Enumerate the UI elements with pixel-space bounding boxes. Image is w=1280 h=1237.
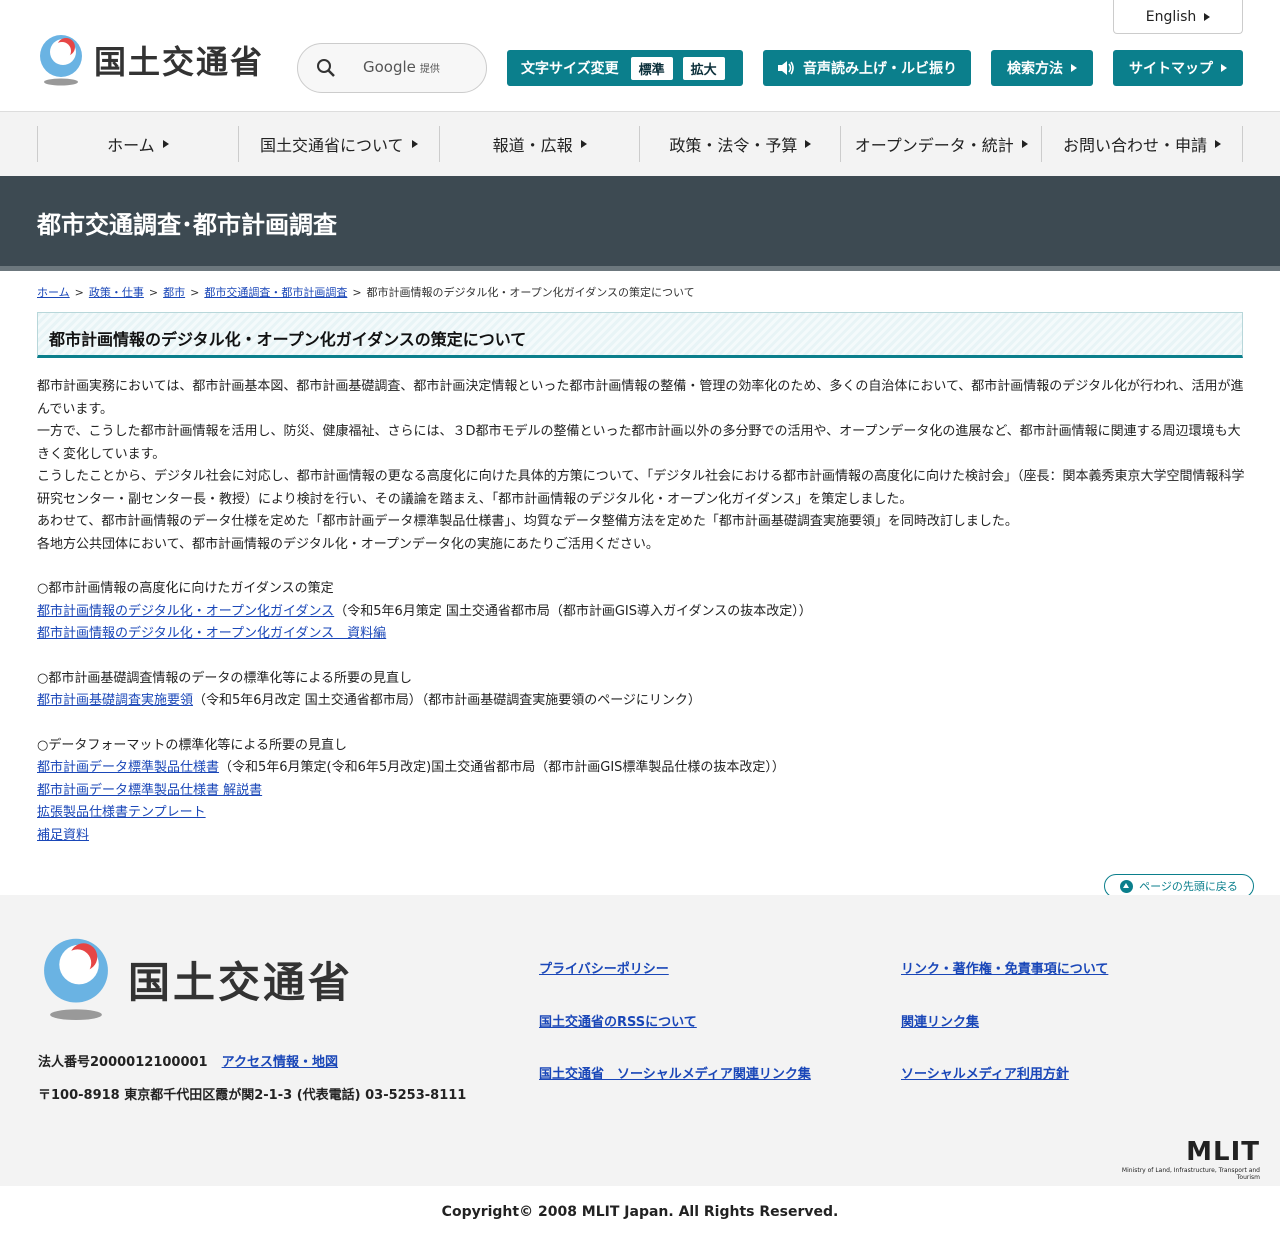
breadcrumb-separator: > <box>148 286 159 299</box>
google-label: Google <box>363 58 416 76</box>
basic-survey-link[interactable]: 都市計画基礎調査実施要領 <box>37 693 193 708</box>
supplement-link[interactable]: 補足資料 <box>37 828 89 843</box>
font-size-label: 文字サイズ変更 <box>521 61 619 77</box>
font-large-button[interactable]: 拡大 <box>682 56 725 80</box>
global-nav: ホーム 国土交通省について 報道・広報 政策・法令・予算 オープンデータ・統計 … <box>0 112 1280 176</box>
intro-paragraph: あわせて、都市計画情報のデータ仕様を定めた「都市計画データ標準製品仕様書」、均質… <box>37 514 1018 529</box>
rss-link[interactable]: 国土交通省のRSSについて <box>539 1011 697 1030</box>
breadcrumb-separator: > <box>190 286 200 299</box>
breadcrumb-city[interactable]: 都市 <box>163 286 185 299</box>
arrow-right-icon <box>1071 64 1077 72</box>
search-howto-button[interactable]: 検索方法 <box>991 50 1093 86</box>
arrow-right-icon <box>162 140 169 148</box>
intro-paragraph: 各地方公共団体において、都市計画情報のデジタル化・オープンデータ化の実施にあたり… <box>37 536 659 552</box>
howto-label: 検索方法 <box>1007 61 1063 77</box>
font-standard-button[interactable]: 標準 <box>630 56 673 80</box>
breadcrumb-home[interactable]: ホーム <box>37 286 70 299</box>
site-header: 国土交通省 Google 提供 文字サイズ変更 標準 拡大 音声読み上げ・ルビ振り… <box>0 0 1280 112</box>
provided-label: 提供 <box>419 64 440 75</box>
site-logo[interactable]: 国土交通省 <box>36 34 264 86</box>
arrow-right-icon <box>411 140 418 148</box>
arrow-right-icon <box>580 140 587 148</box>
breadcrumb-policy[interactable]: 政策・仕事 <box>89 286 144 299</box>
arrow-up-icon <box>1120 879 1134 893</box>
arrow-right-icon <box>805 140 812 148</box>
section-heading: ○データフォーマットの標準化等による所要の見直し <box>37 737 347 753</box>
extension-template-link[interactable]: 拡張製品仕様書テンプレート <box>37 805 206 820</box>
english-link[interactable]: English <box>1113 0 1243 34</box>
mlit-logo-text: MLIT <box>1186 1137 1260 1167</box>
corp-number-text: 法人番号2000012100001 <box>38 1055 208 1070</box>
mlit-emblem-icon <box>40 35 82 86</box>
main-content: 都市計画実務においては、都市計画基本図、都市計画基礎調査、都市計画決定情報といっ… <box>37 376 1247 847</box>
sitemap-label: サイトマップ <box>1129 61 1213 77</box>
nav-item-contact[interactable]: お問い合わせ・申請 <box>1042 126 1243 162</box>
site-footer: 国土交通省 法人番号2000012100001 アクセス情報・地図 〒100-89… <box>0 895 1280 1186</box>
breadcrumb: ホーム > 政策・仕事 > 都市 > 都市交通調査・都市計画調査 > 都市計画情報のデジタル化・… <box>37 284 695 300</box>
section-heading: ○都市計画情報の高度化に向けたガイダンスの策定 <box>37 581 334 596</box>
arrow-right-icon <box>1021 140 1028 148</box>
intro-paragraph: こうしたことから、デジタル社会に対応し、都市計画情報の更なる高度化に向けた具体的… <box>37 469 1245 507</box>
data-spec-link[interactable]: 都市計画データ標準製品仕様書 <box>37 760 219 775</box>
data-spec-note: （令和5年6月策定(令和6年5月改定)国土交通省都市局（都市計画GIS標準製品仕… <box>219 760 785 775</box>
breadcrumb-current: 都市計画情報のデジタル化・オープン化ガイダンスの策定について <box>366 286 695 299</box>
voice-ruby-button[interactable]: 音声読み上げ・ルビ振り <box>763 50 971 86</box>
logo-text: 国土交通省 <box>94 43 265 81</box>
arrow-right-icon <box>1215 140 1222 148</box>
related-links-link[interactable]: 関連リンク集 <box>901 1011 979 1030</box>
nav-item-home[interactable]: ホーム <box>38 126 239 162</box>
mlit-emblem-icon <box>44 938 108 1021</box>
nav-item-opendata[interactable]: オープンデータ・統計 <box>841 126 1043 162</box>
sitemap-button[interactable]: サイトマップ <box>1113 50 1243 86</box>
english-label: English <box>1145 8 1197 25</box>
access-map-link[interactable]: アクセス情報・地図 <box>222 1055 338 1070</box>
guidance-note: （令和5年6月策定 国土交通省都市局（都市計画GIS導入ガイダンスの抜本改定）） <box>334 603 812 619</box>
search-icon[interactable] <box>316 58 336 78</box>
copyright-link[interactable]: リンク・著作権・免責事項について <box>901 958 1108 977</box>
nav-label: 政策・法令・予算 <box>669 136 798 155</box>
section-title-band: 都市交通調査･都市計画調査 <box>0 176 1280 271</box>
footer-logo-text: 国土交通省 <box>128 957 354 1007</box>
mlit-logo-subtitle: Ministry of Land, Infrastructure, Transp… <box>1121 1167 1260 1181</box>
nav-label: お問い合わせ・申請 <box>1063 136 1208 155</box>
nav-label: 報道・広報 <box>492 136 573 155</box>
nav-item-policy[interactable]: 政策・法令・予算 <box>640 126 842 162</box>
breadcrumb-separator: > <box>74 286 84 299</box>
guidance-appendix-link[interactable]: 都市計画情報のデジタル化・オープン化ガイダンス 資料編 <box>37 626 386 641</box>
nav-item-about[interactable]: 国土交通省について <box>239 126 440 162</box>
search-input[interactable]: Google 提供 <box>363 58 440 76</box>
corporate-number: 法人番号2000012100001 アクセス情報・地図 <box>38 1051 338 1070</box>
site-search[interactable]: Google 提供 <box>297 43 487 93</box>
page-title: 都市計画情報のデジタル化・オープン化ガイダンスの策定について <box>49 330 527 349</box>
basic-survey-note: （令和5年6月改定 国土交通省都市局）（都市計画基礎調査実施要領のページにリンク… <box>193 693 701 708</box>
arrow-right-icon <box>1221 64 1227 72</box>
data-spec-commentary-link[interactable]: 都市計画データ標準製品仕様書 解説書 <box>37 783 262 798</box>
section-heading: ○都市計画基礎調査情報のデータの標準化等による所要の見直し <box>37 670 412 686</box>
copyright: Copyright© 2008 MLIT Japan. All Rights R… <box>0 1186 1280 1237</box>
voice-label: 音声読み上げ・ルビ振り <box>803 61 957 77</box>
mlit-logo: MLIT Ministry of Land, Infrastructure, T… <box>1100 1139 1260 1181</box>
nav-item-press[interactable]: 報道・広報 <box>440 126 641 162</box>
guidance-link[interactable]: 都市計画情報のデジタル化・オープン化ガイダンス <box>37 604 334 619</box>
speaker-icon <box>778 61 794 75</box>
privacy-policy-link[interactable]: プライバシーポリシー <box>539 958 669 977</box>
intro-paragraph: 都市計画実務においては、都市計画基本図、都市計画基礎調査、都市計画決定情報といっ… <box>37 379 1244 417</box>
nav-label: 国土交通省について <box>259 136 404 155</box>
nav-label: ホーム <box>107 136 155 155</box>
breadcrumb-separator: > <box>352 286 362 299</box>
footer-logo[interactable]: 国土交通省 <box>38 937 353 1021</box>
section-title: 都市交通調査･都市計画調査 <box>37 211 337 239</box>
social-media-policy-link[interactable]: ソーシャルメディア利用方針 <box>901 1063 1069 1082</box>
address: 〒100-8918 東京都千代田区霞が関2-1-3 (代表電話) 03-5253… <box>38 1088 467 1103</box>
intro-paragraph: 一方で、こうした都市計画情報を活用し、防災、健康福祉、さらには、３D都市モデルの… <box>37 424 1241 462</box>
social-media-links-link[interactable]: 国土交通省 ソーシャルメディア関連リンク集 <box>539 1063 811 1082</box>
page-heading-box: 都市計画情報のデジタル化・オープン化ガイダンスの策定について <box>37 312 1243 358</box>
arrow-right-icon <box>1204 12 1211 21</box>
nav-label: オープンデータ・統計 <box>854 136 1014 155</box>
font-size-control: 文字サイズ変更 標準 拡大 <box>507 50 743 86</box>
breadcrumb-survey[interactable]: 都市交通調査・都市計画調査 <box>204 286 347 299</box>
back-to-top-label: ページの先頭に戻る <box>1139 880 1238 893</box>
